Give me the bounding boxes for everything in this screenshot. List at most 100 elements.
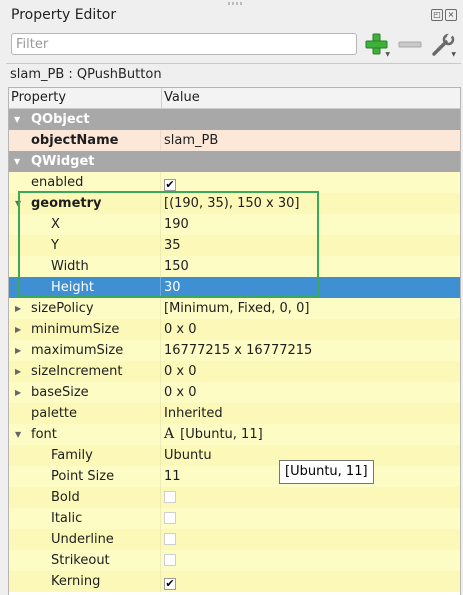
property-value-text: [Minimum, Fixed, 0, 0] bbox=[164, 301, 310, 316]
header-property[interactable]: Property bbox=[9, 88, 162, 108]
expand-arrow-icon[interactable]: ▶ bbox=[15, 340, 21, 361]
property-row[interactable]: objectName slam_PB bbox=[9, 130, 460, 151]
property-row[interactable]: Italic bbox=[9, 508, 460, 529]
collapse-arrow-icon[interactable]: ▼ bbox=[14, 109, 20, 130]
property-row[interactable]: Point Size 11 bbox=[9, 466, 460, 487]
property-value[interactable]: slam_PB bbox=[160, 130, 460, 151]
property-value-text: 30 bbox=[164, 280, 181, 295]
close-icon[interactable]: × bbox=[445, 9, 457, 21]
property-value-text: 190 bbox=[164, 217, 189, 232]
property-name: sizeIncrement bbox=[31, 364, 123, 379]
property-value bbox=[160, 109, 460, 130]
property-value[interactable]: 0 x 0 bbox=[160, 319, 460, 340]
property-row[interactable]: Underline bbox=[9, 529, 460, 550]
object-class-label: slam_PB : QPushButton bbox=[6, 63, 461, 85]
section-row[interactable]: ▼ QObject bbox=[9, 109, 460, 130]
property-name: sizePolicy bbox=[31, 301, 94, 316]
filter-input[interactable] bbox=[11, 33, 357, 55]
property-name: font bbox=[31, 427, 57, 442]
collapse-arrow-icon[interactable]: ▼ bbox=[15, 424, 21, 445]
property-value[interactable]: 0 x 0 bbox=[160, 382, 460, 403]
tree-header: Property Value bbox=[9, 88, 460, 109]
property-value[interactable]: [(190, 35), 150 x 30] bbox=[160, 193, 460, 214]
property-row[interactable]: ▶ baseSize 0 x 0 bbox=[9, 382, 460, 403]
property-name: Family bbox=[51, 448, 93, 463]
property-name: maximumSize bbox=[31, 343, 124, 358]
drag-grip[interactable] bbox=[228, 2, 242, 5]
header-value[interactable]: Value bbox=[162, 88, 460, 108]
property-row[interactable]: Kerning ✔ bbox=[9, 571, 460, 592]
checkbox[interactable] bbox=[164, 554, 176, 566]
property-value-text: 0 x 0 bbox=[164, 385, 197, 400]
property-value[interactable]: ✔ bbox=[160, 172, 460, 193]
property-value[interactable]: A [Ubuntu, 11] bbox=[160, 424, 460, 445]
expand-arrow-icon[interactable]: ▶ bbox=[15, 298, 21, 319]
property-value-text: 150 bbox=[164, 259, 189, 274]
property-value-text: 11 bbox=[164, 469, 181, 484]
property-row[interactable]: ▼ font A [Ubuntu, 11] bbox=[9, 424, 460, 445]
property-row[interactable]: Height 30 bbox=[9, 277, 460, 298]
property-row[interactable]: ▼ geometry [(190, 35), 150 x 30] bbox=[9, 193, 460, 214]
checkbox[interactable] bbox=[164, 512, 176, 524]
checkbox[interactable]: ✔ bbox=[164, 578, 176, 590]
property-name: Bold bbox=[51, 490, 80, 505]
section-row[interactable]: ▼ QWidget bbox=[9, 151, 460, 172]
property-value[interactable]: 16777215 x 16777215 bbox=[160, 340, 460, 361]
property-row[interactable]: Family Ubuntu bbox=[9, 445, 460, 466]
property-value[interactable]: [Minimum, Fixed, 0, 0] bbox=[160, 298, 460, 319]
checkbox[interactable] bbox=[164, 491, 176, 503]
property-row[interactable]: Y 35 bbox=[9, 235, 460, 256]
expand-arrow-icon[interactable]: ▶ bbox=[15, 382, 21, 403]
property-row[interactable]: ▶ sizePolicy [Minimum, Fixed, 0, 0] bbox=[9, 298, 460, 319]
remove-property-button[interactable] bbox=[397, 31, 425, 59]
property-value[interactable] bbox=[160, 550, 460, 571]
property-name: QWidget bbox=[31, 154, 95, 169]
property-value[interactable]: 0 x 0 bbox=[160, 361, 460, 382]
expand-arrow-icon[interactable]: ▶ bbox=[15, 361, 21, 382]
property-row[interactable]: enabled ✔ bbox=[9, 172, 460, 193]
property-name: Width bbox=[51, 259, 89, 274]
property-value-text: slam_PB bbox=[164, 133, 219, 148]
add-property-button[interactable]: ▼ bbox=[363, 31, 391, 59]
title-buttons: ◰ × bbox=[431, 9, 457, 21]
property-value[interactable] bbox=[160, 529, 460, 550]
expand-arrow-icon[interactable]: ▶ bbox=[15, 319, 21, 340]
remove-minus-icon bbox=[398, 41, 422, 48]
panel-title: Property Editor bbox=[11, 7, 117, 23]
checkbox[interactable] bbox=[164, 533, 176, 545]
dropdown-arrow-icon: ▼ bbox=[385, 51, 390, 58]
property-value[interactable]: 190 bbox=[160, 214, 460, 235]
property-name: baseSize bbox=[31, 385, 89, 400]
property-row[interactable]: ▶ maximumSize 16777215 x 16777215 bbox=[9, 340, 460, 361]
property-name: objectName bbox=[31, 133, 119, 148]
property-value[interactable]: ✔ bbox=[160, 571, 460, 592]
property-row[interactable]: palette Inherited bbox=[9, 403, 460, 424]
property-row[interactable]: ▶ minimumSize 0 x 0 bbox=[9, 319, 460, 340]
property-value[interactable] bbox=[160, 487, 460, 508]
property-tree[interactable]: Property Value ▼ QObject objectName slam_PB… bbox=[8, 87, 461, 595]
property-name: QObject bbox=[31, 112, 90, 127]
property-row[interactable]: Strikeout bbox=[9, 550, 460, 571]
property-value-text: Inherited bbox=[164, 406, 223, 421]
collapse-arrow-icon[interactable]: ▼ bbox=[14, 151, 20, 172]
property-name: Italic bbox=[51, 511, 83, 526]
property-value-text: Ubuntu bbox=[164, 448, 212, 463]
float-icon[interactable]: ◰ bbox=[431, 9, 443, 21]
property-value[interactable]: Inherited bbox=[160, 403, 460, 424]
property-value[interactable]: 150 bbox=[160, 256, 460, 277]
property-value[interactable]: 35 bbox=[160, 235, 460, 256]
property-name: Underline bbox=[51, 532, 114, 547]
title-bar: Property Editor ◰ × bbox=[0, 0, 463, 30]
property-value[interactable] bbox=[160, 508, 460, 529]
property-row[interactable]: Width 150 bbox=[9, 256, 460, 277]
property-value-text: 0 x 0 bbox=[164, 364, 197, 379]
property-row[interactable]: X 190 bbox=[9, 214, 460, 235]
property-value[interactable]: 30 bbox=[160, 277, 460, 298]
property-row[interactable]: ▶ sizeIncrement 0 x 0 bbox=[9, 361, 460, 382]
configure-button[interactable]: ▼ bbox=[429, 31, 457, 59]
property-row[interactable]: Bold bbox=[9, 487, 460, 508]
collapse-arrow-icon[interactable]: ▼ bbox=[15, 193, 21, 214]
checkbox[interactable]: ✔ bbox=[164, 179, 176, 191]
property-name: Y bbox=[51, 238, 59, 253]
property-value-text: [(190, 35), 150 x 30] bbox=[164, 196, 300, 211]
